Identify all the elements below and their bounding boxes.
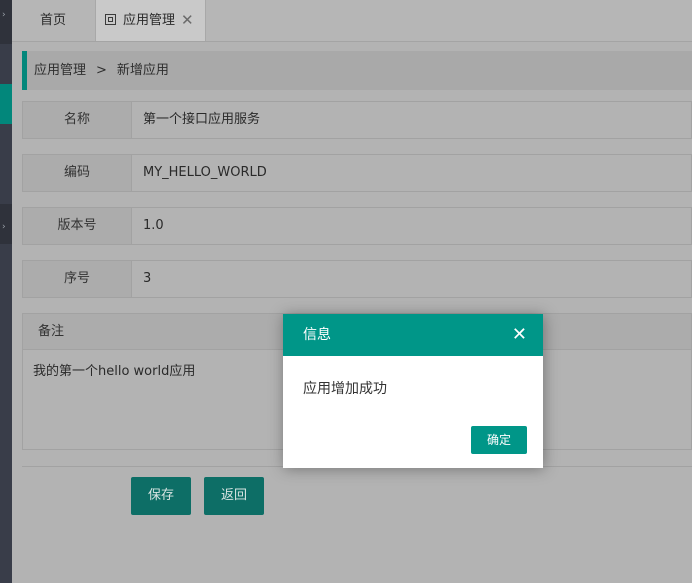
field-label: 编码 (23, 155, 132, 191)
close-icon[interactable]: ✕ (181, 0, 194, 41)
form-row-name: 名称 第一个接口应用服务 (22, 101, 692, 139)
version-field[interactable]: 1.0 (143, 208, 164, 244)
confirm-button[interactable]: 确定 (471, 426, 527, 454)
code-field[interactable]: MY_HELLO_WORLD (143, 155, 267, 191)
close-icon[interactable]: ✕ (512, 314, 527, 356)
tab-bar: 首页 应用管理 ✕ (12, 0, 692, 42)
tab-home[interactable]: 首页 (12, 0, 94, 41)
breadcrumb-current: 新增应用 (116, 63, 169, 78)
sidebar-arrow-icon: › (2, 222, 6, 232)
field-label: 名称 (23, 102, 132, 138)
app-icon (105, 14, 116, 25)
breadcrumb: 应用管理 > 新增应用 (22, 51, 692, 90)
tab-app-label: 应用管理 (123, 13, 176, 28)
tab-app-management[interactable]: 应用管理 ✕ (95, 0, 206, 41)
back-button[interactable]: 返回 (204, 477, 264, 515)
form-row-version: 版本号 1.0 (22, 207, 692, 245)
form-row-order: 序号 3 (22, 260, 692, 298)
field-label: 版本号 (23, 208, 132, 244)
dialog-title: 信息 (303, 327, 331, 343)
save-button[interactable]: 保存 (131, 477, 191, 515)
sidebar-top-section (0, 0, 12, 44)
dialog-header: 信息 ✕ (283, 314, 543, 356)
sidebar: › › (0, 0, 12, 583)
breadcrumb-parent[interactable]: 应用管理 (34, 63, 86, 78)
order-field[interactable]: 3 (143, 261, 151, 297)
sidebar-arrow-icon: › (2, 10, 6, 20)
form-row-code: 编码 MY_HELLO_WORLD (22, 154, 692, 192)
field-label: 序号 (23, 261, 132, 297)
name-field[interactable]: 第一个接口应用服务 (143, 102, 260, 138)
dialog-message: 应用增加成功 (303, 381, 387, 397)
info-dialog: 信息 ✕ 应用增加成功 确定 (283, 314, 543, 468)
breadcrumb-separator: > (96, 63, 107, 78)
sidebar-active-item[interactable] (0, 84, 12, 124)
